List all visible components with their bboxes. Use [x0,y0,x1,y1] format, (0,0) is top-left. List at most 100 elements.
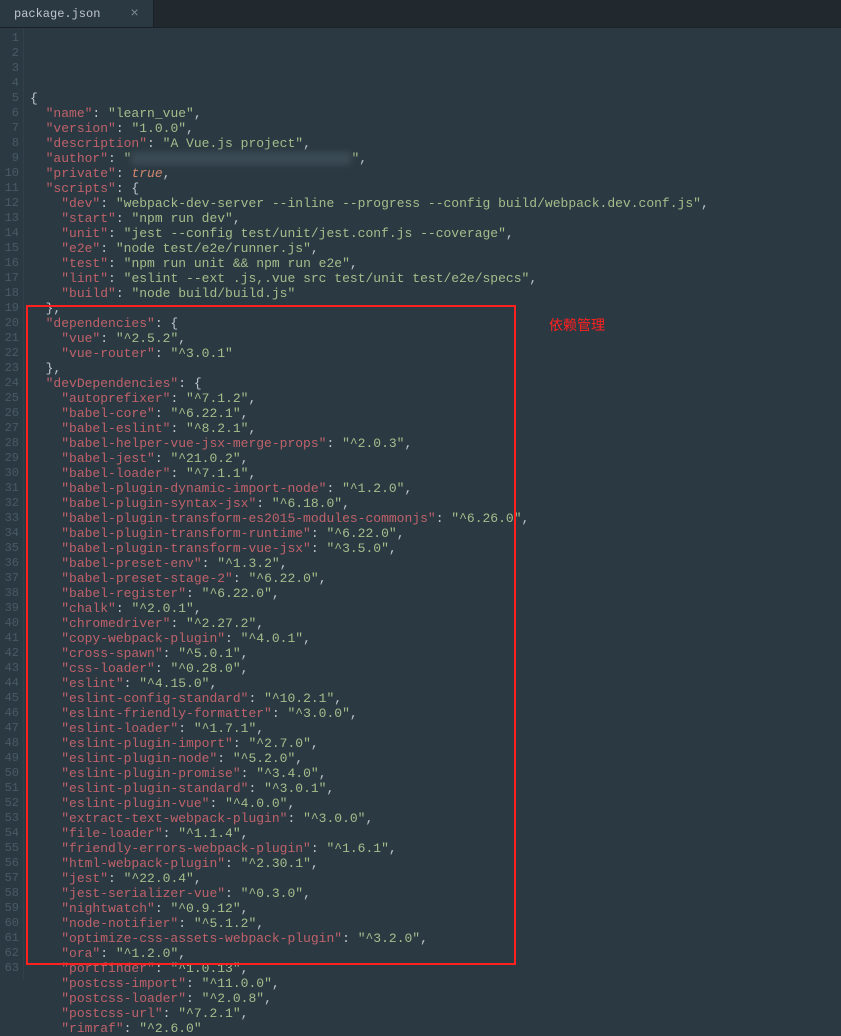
line-number: 50 [0,766,19,781]
code-line: "babel-eslint": "^8.2.1", [30,421,841,436]
line-number: 28 [0,436,19,451]
code-line: "copy-webpack-plugin": "^4.0.1", [30,631,841,646]
line-number: 27 [0,421,19,436]
tab-title: package.json [14,7,100,21]
code-line: "babel-plugin-dynamic-import-node": "^1.… [30,481,841,496]
code-line: }, [30,361,841,376]
line-number: 62 [0,946,19,961]
line-number: 63 [0,961,19,976]
code-line: "babel-plugin-transform-runtime": "^6.22… [30,526,841,541]
line-number: 45 [0,691,19,706]
line-number: 49 [0,751,19,766]
code-line: "eslint-plugin-import": "^2.7.0", [30,736,841,751]
line-number: 51 [0,781,19,796]
code-line: "friendly-errors-webpack-plugin": "^1.6.… [30,841,841,856]
line-number: 61 [0,931,19,946]
code-line: "babel-loader": "^7.1.1", [30,466,841,481]
code-line: "e2e": "node test/e2e/runner.js", [30,241,841,256]
code-line: "rimraf": "^2.6.0" [30,1021,841,1036]
code-area[interactable]: 依赖管理 { "name": "learn_vue", "version": "… [24,28,841,979]
line-number: 47 [0,721,19,736]
line-number: 8 [0,136,19,151]
line-number: 34 [0,526,19,541]
line-number: 42 [0,646,19,661]
code-line: }, [30,301,841,316]
code-line: "file-loader": "^1.1.4", [30,826,841,841]
code-line: "dependencies": { [30,316,841,331]
code-line: "postcss-loader": "^2.0.8", [30,991,841,1006]
code-line: "eslint-plugin-vue": "^4.0.0", [30,796,841,811]
line-number: 11 [0,181,19,196]
line-number: 23 [0,361,19,376]
code-line: "babel-helper-vue-jsx-merge-props": "^2.… [30,436,841,451]
editor: 1234567891011121314151617181920212223242… [0,28,841,979]
tab-package-json[interactable]: package.json × [0,0,154,27]
code-line: "eslint-friendly-formatter": "^3.0.0", [30,706,841,721]
code-line: "optimize-css-assets-webpack-plugin": "^… [30,931,841,946]
code-line: "babel-plugin-transform-vue-jsx": "^3.5.… [30,541,841,556]
line-number: 7 [0,121,19,136]
code-line: "eslint-loader": "^1.7.1", [30,721,841,736]
code-line: "scripts": { [30,181,841,196]
code-line: "postcss-import": "^11.0.0", [30,976,841,991]
code-line: "node-notifier": "^5.1.2", [30,916,841,931]
line-number: 56 [0,856,19,871]
tab-bar: package.json × [0,0,841,28]
line-number: 6 [0,106,19,121]
code-line: "eslint-config-standard": "^10.2.1", [30,691,841,706]
line-number: 52 [0,796,19,811]
line-number: 22 [0,346,19,361]
line-number: 57 [0,871,19,886]
close-icon[interactable]: × [130,6,138,22]
line-number: 38 [0,586,19,601]
code-line: "vue-router": "^3.0.1" [30,346,841,361]
line-number: 18 [0,286,19,301]
line-number: 24 [0,376,19,391]
line-number: 20 [0,316,19,331]
line-number: 36 [0,556,19,571]
code-line: "portfinder": "^1.0.13", [30,961,841,976]
line-number: 32 [0,496,19,511]
line-number: 30 [0,466,19,481]
code-line: "babel-preset-stage-2": "^6.22.0", [30,571,841,586]
line-number: 48 [0,736,19,751]
code-line: "private": true, [30,166,841,181]
code-line: "css-loader": "^0.28.0", [30,661,841,676]
line-number: 4 [0,76,19,91]
line-number: 54 [0,826,19,841]
line-number: 46 [0,706,19,721]
line-number: 5 [0,91,19,106]
code-line: "description": "A Vue.js project", [30,136,841,151]
code-line: "unit": "jest --config test/unit/jest.co… [30,226,841,241]
code-line: "postcss-url": "^7.2.1", [30,1006,841,1021]
code-line: "babel-preset-env": "^1.3.2", [30,556,841,571]
line-number: 40 [0,616,19,631]
line-gutter: 1234567891011121314151617181920212223242… [0,28,24,979]
code-line: "jest": "^22.0.4", [30,871,841,886]
line-number: 37 [0,571,19,586]
code-line: "eslint": "^4.15.0", [30,676,841,691]
line-number: 12 [0,196,19,211]
code-line: "eslint-plugin-standard": "^3.0.1", [30,781,841,796]
line-number: 53 [0,811,19,826]
code-line: "dev": "webpack-dev-server --inline --pr… [30,196,841,211]
code-line: "name": "learn_vue", [30,106,841,121]
code-line: "babel-plugin-transform-es2015-modules-c… [30,511,841,526]
code-line: "jest-serializer-vue": "^0.3.0", [30,886,841,901]
code-line: "author": "", [30,151,841,166]
code-line: "ora": "^1.2.0", [30,946,841,961]
code-line: "start": "npm run dev", [30,211,841,226]
line-number: 26 [0,406,19,421]
code-line: "extract-text-webpack-plugin": "^3.0.0", [30,811,841,826]
line-number: 1 [0,31,19,46]
line-number: 17 [0,271,19,286]
code-line: "test": "npm run unit && npm run e2e", [30,256,841,271]
code-line: "cross-spawn": "^5.0.1", [30,646,841,661]
code-line: "autoprefixer": "^7.1.2", [30,391,841,406]
code-line: "babel-register": "^6.22.0", [30,586,841,601]
line-number: 55 [0,841,19,856]
line-number: 44 [0,676,19,691]
code-line: "devDependencies": { [30,376,841,391]
code-line: "babel-jest": "^21.0.2", [30,451,841,466]
line-number: 29 [0,451,19,466]
